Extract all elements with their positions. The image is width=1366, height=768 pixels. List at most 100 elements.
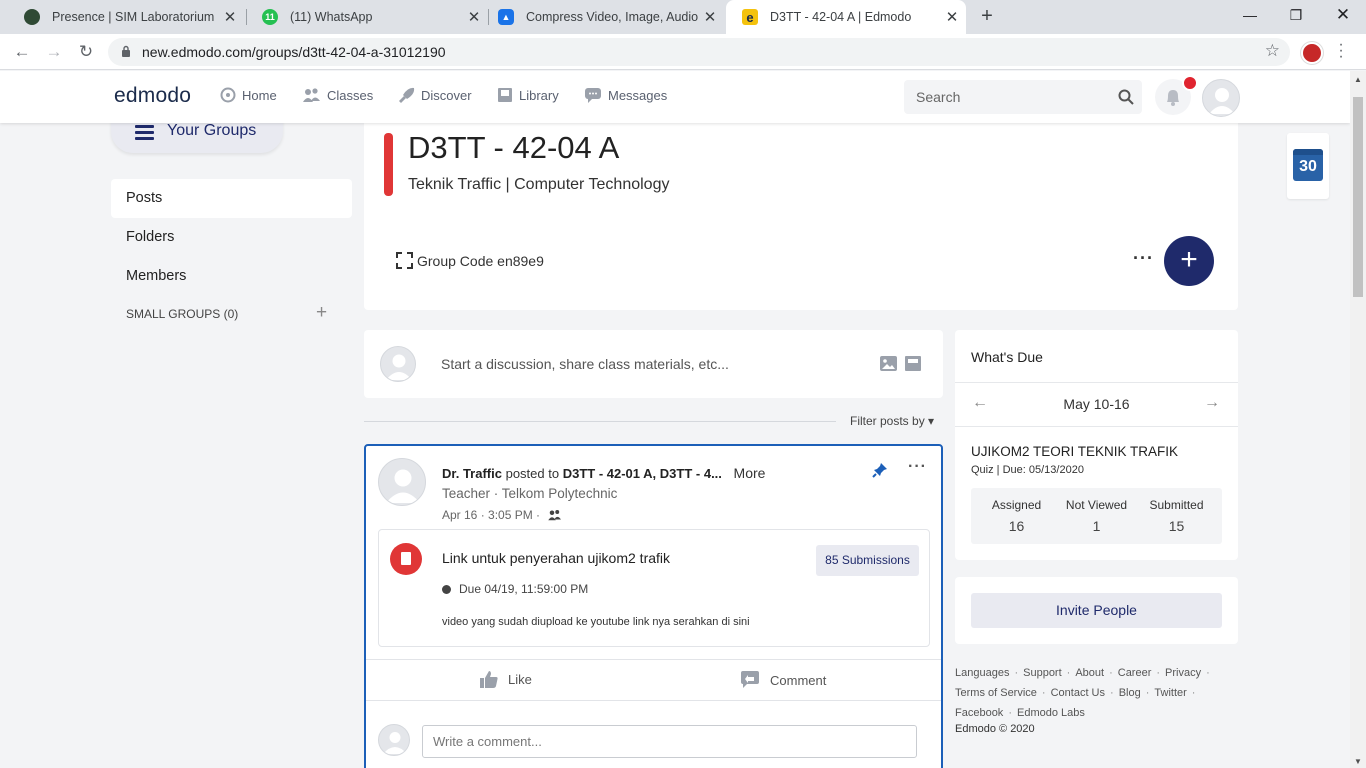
browser-tab-whatsapp[interactable]: 11 (11) WhatsApp ✕ (246, 0, 488, 34)
browser-tab-compress[interactable]: ▲ Compress Video, Image, Audio a ✕ (482, 0, 724, 34)
image-icon[interactable] (880, 356, 897, 371)
composer-placeholder: Start a discussion, share class material… (441, 356, 729, 372)
post-more-link[interactable]: More (734, 465, 766, 481)
nav-library[interactable]: Library (497, 87, 559, 103)
close-tab-icon[interactable]: ✕ (944, 8, 960, 26)
assignment-due-text: Due 04/19, 11:59:00 PM (459, 582, 589, 596)
restore-icon[interactable]: ❐ (1273, 0, 1319, 30)
nav-home[interactable]: Home (220, 87, 277, 103)
scroll-up-icon[interactable]: ▲ (1354, 75, 1362, 84)
author-avatar[interactable] (378, 458, 426, 506)
stat-label: Not Viewed (1065, 498, 1128, 512)
stat-submitted: Submitted 15 (1135, 498, 1218, 534)
footer-link[interactable]: About (1075, 667, 1104, 679)
stat-not-viewed: Not Viewed 1 (1055, 498, 1138, 534)
footer-row: Languages · Support · About · Career · Privacy · (955, 667, 1210, 679)
close-tab-icon[interactable]: ✕ (466, 8, 482, 26)
arrow-right-icon[interactable]: → (1204, 394, 1220, 412)
nav-classes[interactable]: Classes (303, 87, 373, 103)
post-options-button[interactable]: ··· (908, 458, 927, 476)
comment-button[interactable]: Comment (740, 671, 826, 689)
footer-link[interactable]: Twitter (1154, 687, 1186, 699)
minimize-icon[interactable]: — (1227, 0, 1273, 30)
post-composer[interactable]: Start a discussion, share class material… (364, 330, 943, 398)
close-tab-icon[interactable]: ✕ (702, 8, 718, 26)
group-more-button[interactable]: ··· (1133, 248, 1154, 269)
edmodo-logo[interactable]: edmodo (114, 84, 191, 108)
scrollbar-thumb[interactable] (1353, 97, 1363, 297)
classes-icon (303, 88, 320, 102)
whats-due-header: What's Due (971, 349, 1043, 365)
nav-discover[interactable]: Discover (397, 87, 472, 103)
close-tab-icon[interactable]: ✕ (222, 8, 238, 26)
notifications-button[interactable] (1155, 75, 1198, 115)
scroll-down-icon[interactable]: ▼ (1354, 757, 1362, 766)
search-icon[interactable] (1118, 89, 1134, 105)
post-timestamp: Apr 16 · 3:05 PM · (442, 508, 562, 522)
assignment-title[interactable]: Link untuk penyerahan ujikom2 trafik (442, 550, 670, 566)
url-text: new.edmodo.com/groups/d3tt-42-04-a-31012… (142, 44, 446, 60)
close-window-icon[interactable]: ✕ (1320, 0, 1366, 30)
nav-home-label: Home (242, 87, 277, 103)
filter-divider (364, 421, 836, 422)
library-icon[interactable] (905, 356, 921, 371)
pin-icon[interactable] (872, 462, 888, 478)
your-groups-label: Your Groups (167, 122, 257, 139)
sidebar-item-members[interactable]: Members (111, 257, 352, 296)
create-post-button[interactable]: + (1164, 236, 1214, 286)
assignment-icon (390, 543, 422, 575)
tab-title: (11) WhatsApp (290, 10, 373, 24)
expand-corners-icon (396, 252, 413, 269)
footer-link[interactable]: Support (1023, 667, 1062, 679)
group-code-label: Group Code en89e9 (417, 252, 544, 269)
post-group-link[interactable]: D3TT - 4... (660, 466, 722, 481)
footer-link[interactable]: Privacy (1165, 667, 1201, 679)
invite-people-button[interactable]: Invite People (971, 593, 1222, 628)
new-tab-icon[interactable]: + (976, 5, 998, 27)
stat-value: 15 (1168, 518, 1185, 534)
calendar-widget[interactable]: 30 (1287, 133, 1329, 199)
search-input[interactable] (904, 80, 1114, 114)
sidebar-item-folders[interactable]: Folders (111, 218, 352, 257)
browser-tab-edmodo[interactable]: e D3TT - 42-04 A | Edmodo ✕ (726, 0, 966, 34)
forward-icon[interactable]: → (42, 41, 66, 63)
date-range: May 10-16 (1063, 396, 1130, 412)
comment-input[interactable] (422, 725, 917, 758)
footer-link[interactable]: Terms of Service (955, 687, 1037, 699)
footer-link[interactable]: Facebook (955, 707, 1003, 719)
user-avatar[interactable] (1202, 79, 1240, 117)
library-icon (498, 88, 512, 102)
assignment-card[interactable]: Link untuk penyerahan ujikom2 trafik Due… (378, 529, 930, 647)
messages-icon (585, 88, 601, 103)
add-small-group-button[interactable]: + (316, 303, 327, 322)
footer-link[interactable]: Edmodo Labs (1017, 707, 1085, 719)
like-button[interactable]: Like (480, 671, 532, 688)
post-author[interactable]: Dr. Traffic (442, 466, 502, 481)
footer-row: Facebook · Edmodo Labs (955, 707, 1085, 719)
group-code[interactable]: Group Code en89e9 (396, 252, 544, 269)
bookmark-star-icon[interactable]: ☆ (1265, 41, 1280, 61)
browser-tab-presence[interactable]: Presence | SIM Laboratorium ✕ (8, 0, 244, 34)
submissions-button[interactable]: 85 Submissions (816, 545, 919, 576)
nav-messages[interactable]: Messages (584, 87, 667, 103)
whats-due-card: What's Due ← May 10-16 → UJIKOM2 TEORI T… (955, 330, 1238, 560)
back-icon[interactable]: ← (10, 41, 34, 63)
browser-profile-avatar[interactable] (1301, 42, 1323, 64)
address-bar[interactable]: new.edmodo.com/groups/d3tt-42-04-a-31012… (108, 38, 1290, 66)
like-label: Like (508, 672, 532, 687)
whatsapp-icon: 11 (262, 9, 278, 25)
footer-link[interactable]: Career (1118, 667, 1152, 679)
post-group-link[interactable]: D3TT - 42-01 A, (563, 466, 656, 481)
reload-icon[interactable]: ↻ (74, 41, 98, 63)
footer-link[interactable]: Blog (1119, 687, 1141, 699)
author-role: Teacher · Telkom Polytechnic (442, 486, 618, 501)
post-divider (366, 700, 941, 701)
browser-menu-icon[interactable]: · · · (1336, 37, 1346, 65)
footer-link[interactable]: Contact Us (1051, 687, 1105, 699)
footer-link[interactable]: Languages (955, 667, 1009, 679)
group-header-card: D3TT - 42-04 A Teknik Traffic | Computer… (364, 123, 1238, 310)
page-scrollbar[interactable]: ▲ ▼ (1350, 71, 1366, 768)
sidebar-item-posts[interactable]: Posts (111, 179, 352, 218)
filter-posts-dropdown[interactable]: Filter posts by ▾ (850, 414, 934, 428)
quiz-title[interactable]: UJIKOM2 TEORI TEKNIK TRAFIK (971, 444, 1178, 459)
